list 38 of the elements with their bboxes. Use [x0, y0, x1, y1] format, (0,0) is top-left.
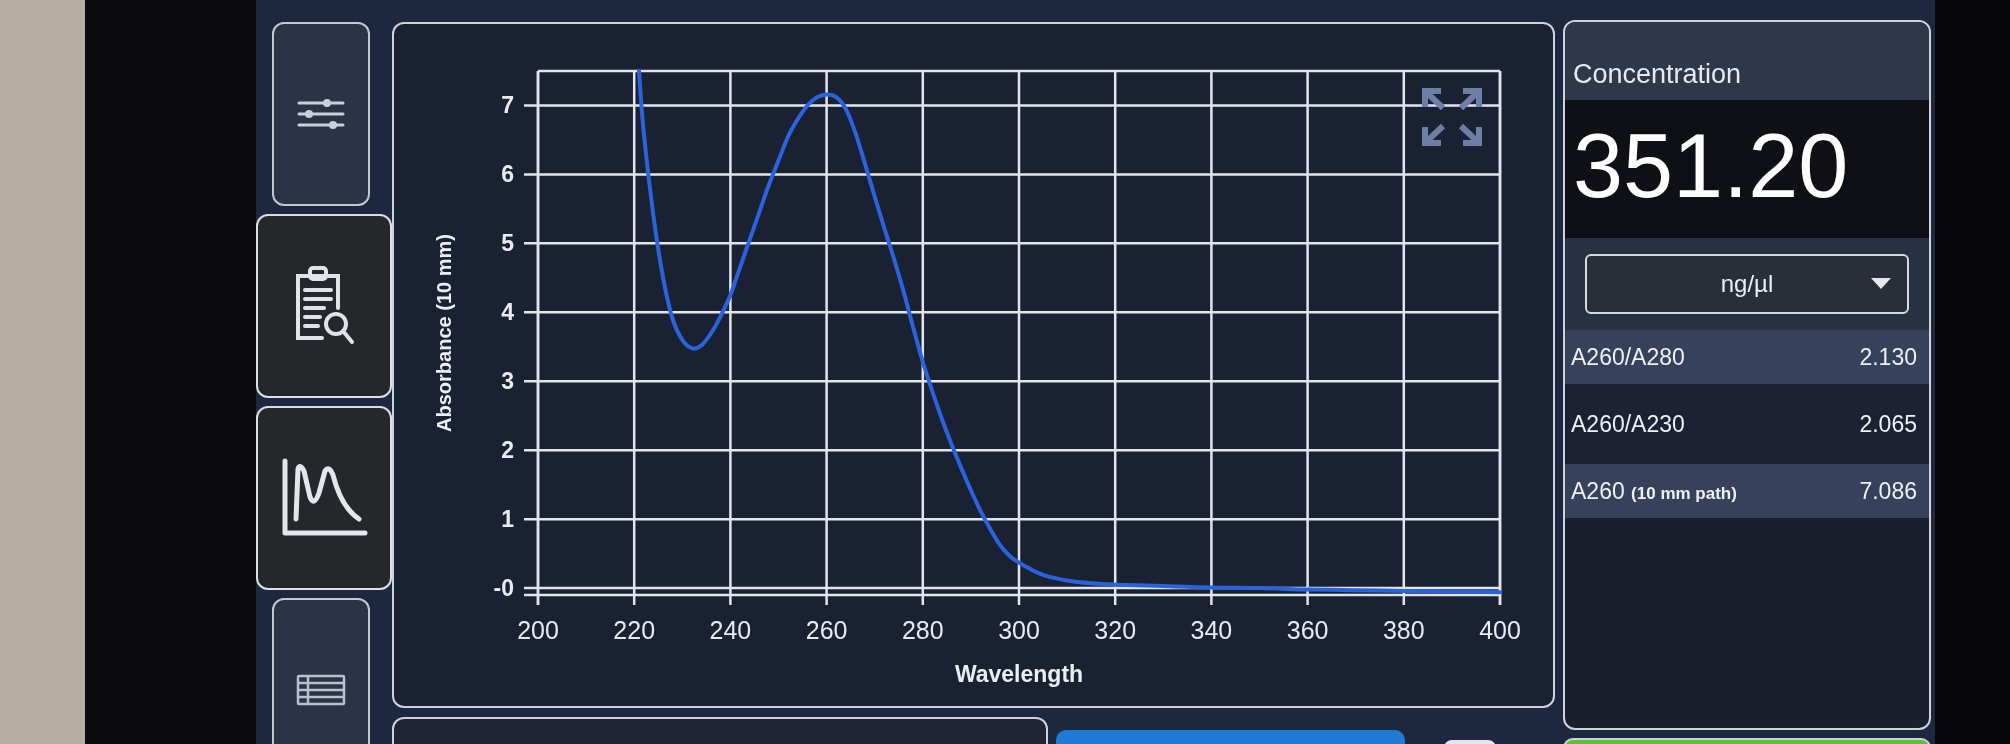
axis-tick-label: 280 [901, 616, 944, 644]
result-label: A260/A280 [1571, 342, 1685, 372]
axis-tick-label: 340 [1190, 616, 1233, 644]
axis-tick-label: 7 [501, 92, 514, 119]
sidebar-tab[interactable] [272, 22, 370, 206]
axis-tick-label: 360 [1286, 616, 1329, 644]
concentration-value: 351.20 [1573, 121, 1849, 211]
result-value: 2.130 [1859, 342, 1917, 372]
expand-icon[interactable] [1422, 88, 1482, 146]
result-label: A260/A230 [1571, 409, 1685, 439]
axis-tick-label: 3 [501, 368, 514, 395]
panel-title: Concentration [1573, 61, 1742, 88]
result-value: 7.086 [1859, 476, 1917, 506]
axis-tick-label: 300 [998, 616, 1040, 644]
axis-tick-label: 4 [501, 299, 514, 326]
axis-tick-label: 220 [613, 616, 656, 644]
sliders-icon [297, 98, 345, 130]
result-label: A260 (10 mm path) [1571, 476, 1737, 506]
table-icon [296, 674, 346, 706]
caret-icon [1871, 278, 1891, 289]
axis-tick-label: 2 [501, 437, 514, 464]
axis-title: Absorbance (10 mm) [433, 234, 456, 432]
sidebar-tab[interactable] [256, 406, 392, 590]
unit-dropdown[interactable]: ng/µl [1585, 254, 1909, 314]
axis-tick-label: 5 [501, 230, 514, 257]
result-value: 2.065 [1859, 409, 1917, 439]
axis-tick-label: -0 [493, 575, 514, 602]
axis-tick-label: 1 [501, 506, 514, 533]
axis-tick-label: 320 [1094, 616, 1137, 644]
axis-tick-label: 400 [1479, 616, 1521, 644]
axis-tick-label: 380 [1382, 616, 1425, 644]
axis-tick-label: 200 [517, 616, 559, 644]
axis-tick-label: 260 [805, 616, 848, 644]
sidebar-tab[interactable] [256, 214, 392, 398]
sidebar-tab[interactable] [272, 598, 370, 744]
axis-title: Wavelength [954, 661, 1084, 687]
axis-tick-label: 240 [709, 616, 752, 644]
axis-tick-label: 6 [501, 161, 514, 188]
